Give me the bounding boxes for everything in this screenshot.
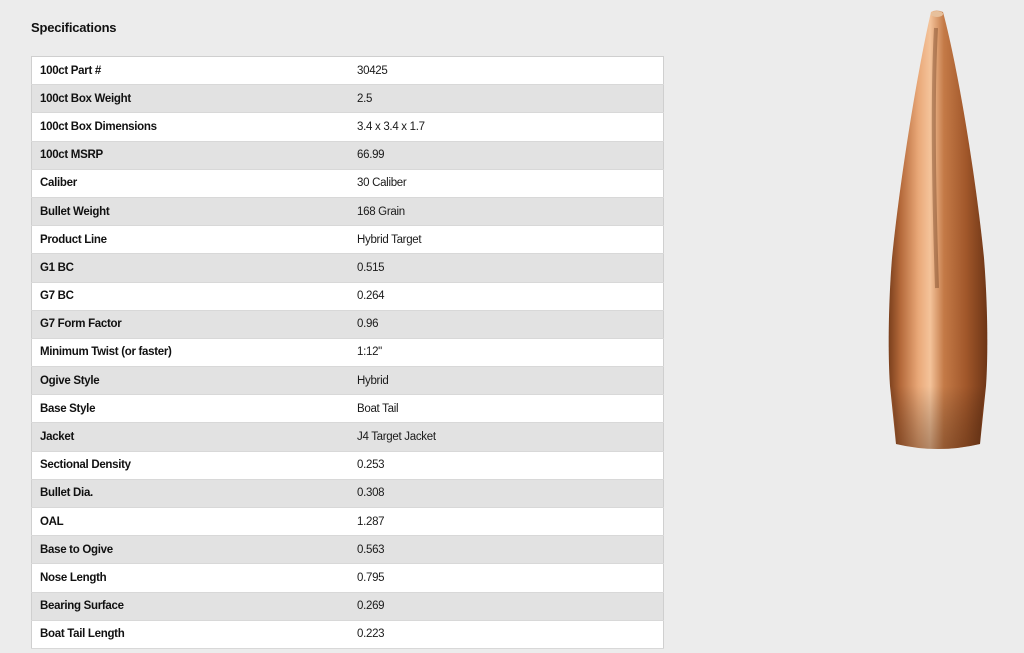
spec-label: OAL <box>31 507 349 537</box>
specifications-table: 100ct Part #30425 100ct Box Weight 2.5 100c… <box>31 56 664 649</box>
table-row: G7 Form Factor 0.96 <box>31 310 664 339</box>
spec-label: 100ct Box Weight <box>31 84 349 114</box>
table-row: Caliber 30 Caliber <box>31 169 664 198</box>
spec-label: 100ct Box Dimensions <box>31 112 349 142</box>
spec-label: Bullet Dia. <box>31 479 349 509</box>
table-row: Minimum Twist (or faster) 1:12" <box>31 338 664 368</box>
table-row: 100ct Box Weight 2.5 <box>31 84 664 114</box>
spec-label: Bullet Weight <box>31 197 349 227</box>
spec-label: G7 BC <box>31 282 349 311</box>
spec-value: 168 Grain <box>349 197 664 227</box>
spec-value: 30 Caliber <box>349 169 664 198</box>
spec-value: 3.4 x 3.4 x 1.7 <box>349 112 664 142</box>
specifications-heading: Specifications <box>31 20 117 35</box>
spec-label: Caliber <box>31 169 349 198</box>
spec-value: Hybrid <box>349 366 664 396</box>
bullet-body <box>888 10 988 449</box>
spec-label: Boat Tail Length <box>31 620 349 649</box>
spec-value: 0.96 <box>349 310 664 339</box>
spec-label: Nose Length <box>31 563 349 593</box>
spec-value: 1.287 <box>349 507 664 537</box>
table-row: Nose Length 0.795 <box>31 563 664 593</box>
table-row: G1 BC 0.515 <box>31 253 664 283</box>
spec-label: G1 BC <box>31 253 349 283</box>
spec-label: G7 Form Factor <box>31 310 349 339</box>
spec-label: Base Style <box>31 394 349 424</box>
spec-value: 2.5 <box>349 84 664 114</box>
table-row: Boat Tail Length 0.223 <box>31 620 664 649</box>
spec-value: 0.253 <box>349 451 664 480</box>
table-row: Base Style Boat Tail <box>31 394 664 424</box>
table-row: Bullet Dia. 0.308 <box>31 479 664 509</box>
table-row: Bearing Surface 0.269 <box>31 592 664 621</box>
spec-label: Sectional Density <box>31 451 349 480</box>
specifications-table-body: 100ct Part #30425 100ct Box Weight 2.5 100c… <box>31 56 664 649</box>
spec-value: 66.99 <box>349 141 664 170</box>
spec-label: Jacket <box>31 422 349 452</box>
spec-label: Product Line <box>31 225 349 255</box>
spec-label: 100ct MSRP <box>31 141 349 170</box>
spec-value: 0.223 <box>349 620 664 649</box>
spec-label: Base to Ogive <box>31 535 349 565</box>
spec-value: Hybrid Target <box>349 225 664 255</box>
table-row: Product Line Hybrid Target <box>31 225 664 255</box>
table-row: Bullet Weight 168 Grain <box>31 197 664 227</box>
spec-value: J4 Target Jacket <box>349 422 664 452</box>
table-row: Sectional Density 0.253 <box>31 451 664 480</box>
table-row: G7 BC 0.264 <box>31 282 664 311</box>
spec-value: 0.308 <box>349 479 664 509</box>
spec-label: Bearing Surface <box>31 592 349 621</box>
spec-value: 0.515 <box>349 253 664 283</box>
table-row: 100ct Part #30425 <box>31 56 664 86</box>
spec-label: Minimum Twist (or faster) <box>31 338 349 368</box>
table-row: 100ct MSRP 66.99 <box>31 141 664 170</box>
table-row: 100ct Box Dimensions 3.4 x 3.4 x 1.7 <box>31 112 664 142</box>
table-row: Jacket J4 Target Jacket <box>31 422 664 452</box>
spec-value: 0.795 <box>349 563 664 593</box>
spec-value: 30425 <box>349 56 664 86</box>
spec-value: 0.269 <box>349 592 664 621</box>
table-row: Ogive Style Hybrid <box>31 366 664 396</box>
bullet-icon <box>888 10 988 449</box>
spec-label: Ogive Style <box>31 366 349 396</box>
table-row: Base to Ogive 0.563 <box>31 535 664 565</box>
spec-label: 100ct Part # <box>31 56 349 86</box>
spec-value: 1:12" <box>349 338 664 368</box>
spec-value: 0.264 <box>349 282 664 311</box>
spec-value: 0.563 <box>349 535 664 565</box>
table-row: OAL 1.287 <box>31 507 664 537</box>
spec-value: Boat Tail <box>349 394 664 424</box>
